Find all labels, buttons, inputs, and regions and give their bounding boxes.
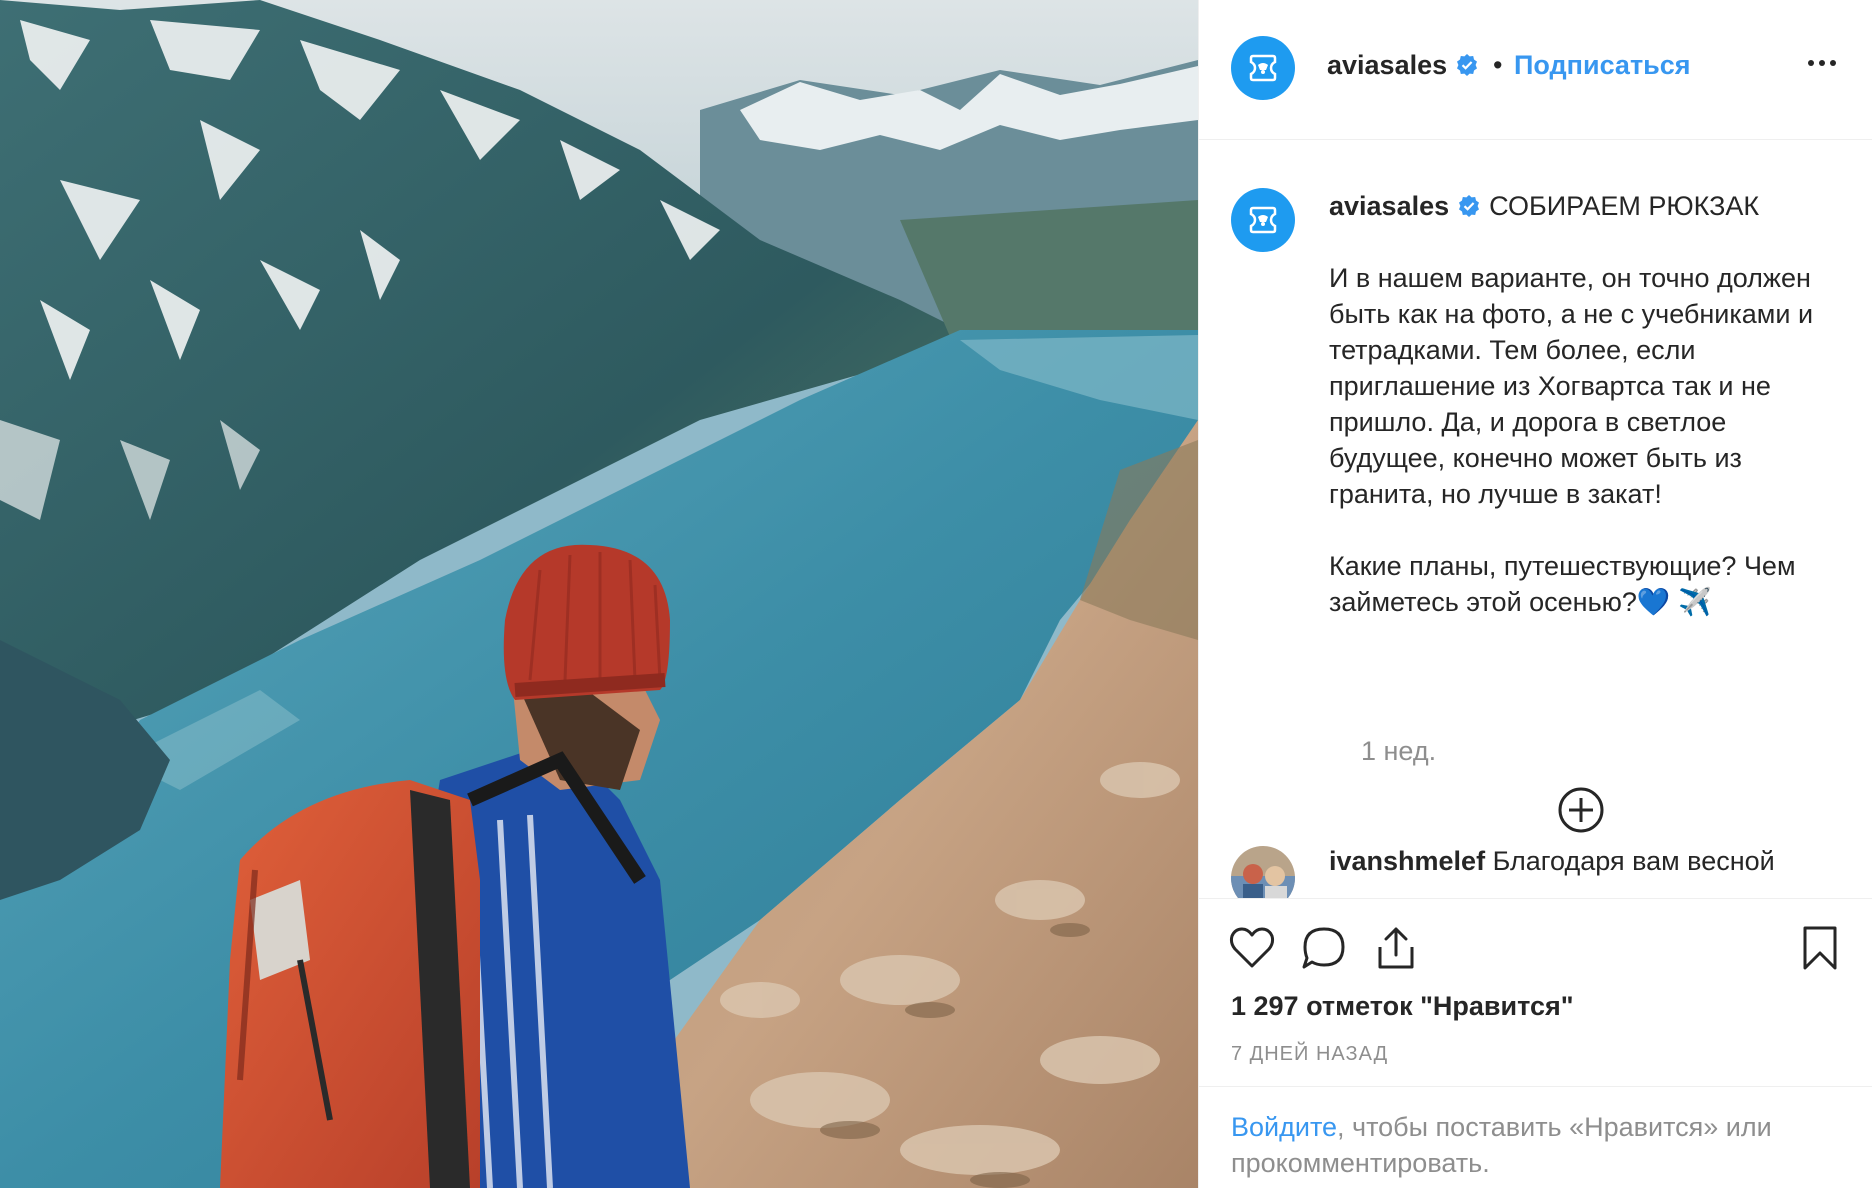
commenter-avatar-image [1231,846,1295,898]
share-icon[interactable] [1371,923,1421,973]
aviasales-logo-icon [1249,206,1277,234]
login-prompt: Войдите, чтобы поставить «Нравится» или … [1199,1086,1872,1188]
post-username[interactable]: aviasales [1327,50,1479,81]
caption-paragraph-2: Какие планы, путешествующие? Чем займете… [1329,551,1796,617]
post-header: aviasales • Подписаться [1199,0,1872,140]
caption-avatar[interactable] [1231,188,1295,252]
like-heart-icon[interactable] [1227,923,1277,973]
separator-dot: • [1493,50,1503,80]
caption-body: И в нашем варианте, он точно должен быть… [1329,260,1839,620]
bookmark-icon[interactable] [1795,923,1845,973]
likes-count[interactable]: 1 297 отметок "Нравится" [1231,991,1574,1022]
post-date[interactable]: 7 ДНЕЙ НАЗАД [1231,1043,1388,1066]
comments-scroll-area[interactable]: aviasales СОБИРАЕМ РЮКЗАК И в нашем вариа… [1199,140,1872,898]
caption-paragraph-1: И в нашем варианте, он точно должен быть… [1329,263,1814,509]
aviasales-logo-icon [1249,54,1277,82]
post-viewer: aviasales • Подписаться aviasales СОБИРА… [0,0,1872,1188]
caption-header: aviasales СОБИРАЕМ РЮКЗАК [1329,188,1839,224]
aviasales-avatar[interactable] [1231,36,1295,100]
verified-badge-icon [1459,195,1480,217]
comment-bubble-icon[interactable] [1299,923,1349,973]
post-actions: 1 297 отметок "Нравится" 7 ДНЕЙ НАЗАД [1199,898,1872,1086]
comment-body: Благодаря вам весной [1492,846,1775,876]
load-more-comments-icon[interactable] [1556,785,1606,835]
caption-time-ago[interactable]: 1 нед. [1361,736,1436,767]
verified-badge-icon [1457,54,1478,76]
login-link[interactable]: Войдите [1231,1112,1337,1142]
commenter-avatar[interactable] [1231,846,1295,898]
mountain-lake-hiker-image [0,0,1198,1188]
login-prompt-text: Войдите, чтобы поставить «Нравится» или … [1231,1109,1851,1181]
post-photo[interactable] [0,0,1198,1188]
caption-title: СОБИРАЕМ РЮКЗАК [1489,191,1760,221]
post-side-panel: aviasales • Подписаться aviasales СОБИРА… [1198,0,1872,1188]
comment-text: ivanshmelef Благодаря вам весной [1329,846,1775,877]
caption-text: aviasales СОБИРАЕМ РЮКЗАК И в нашем вариа… [1329,188,1839,656]
follow-button[interactable]: Подписаться [1514,50,1691,81]
caption-username[interactable]: aviasales [1329,191,1449,221]
comment-username[interactable]: ivanshmelef [1329,846,1485,876]
more-options-icon[interactable] [1802,54,1842,72]
